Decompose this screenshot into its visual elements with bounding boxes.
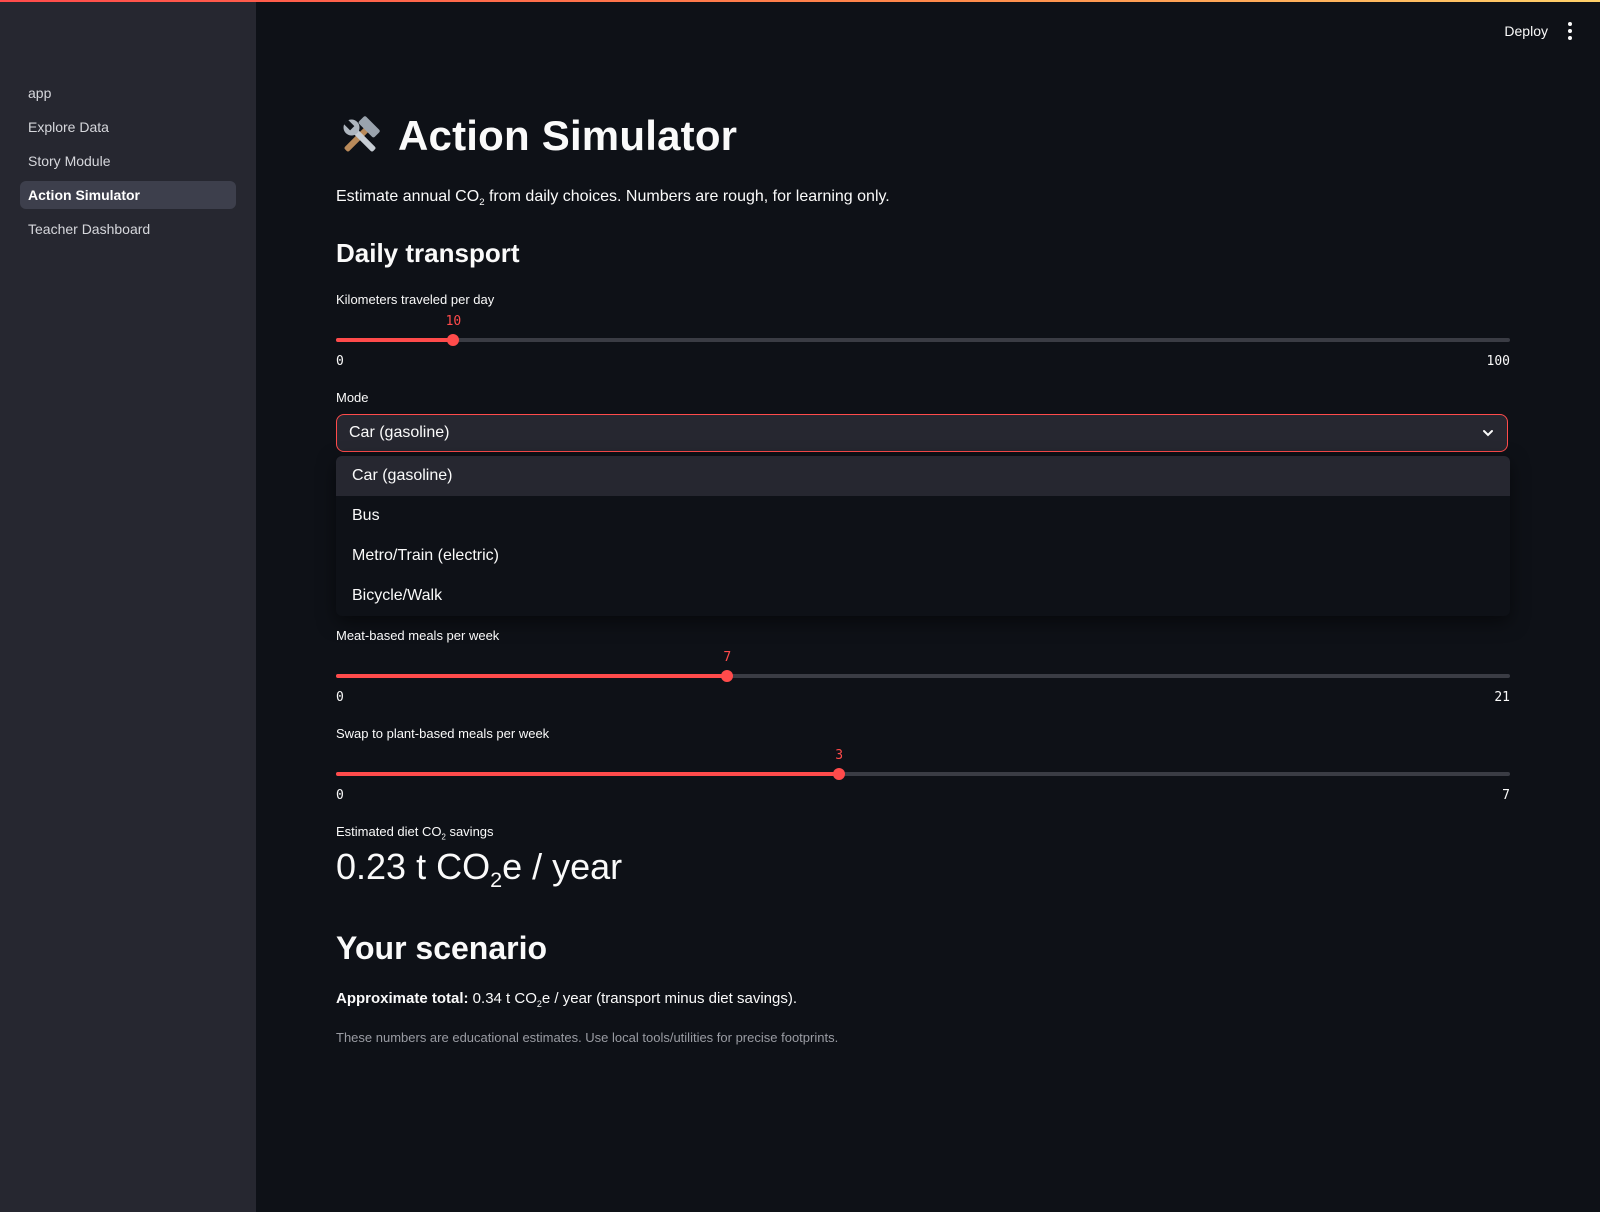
metric-label-text: Estimated diet CO bbox=[336, 824, 442, 839]
slider-thumb[interactable] bbox=[833, 768, 846, 780]
diet-metric-label: Estimated diet CO2 savings bbox=[336, 824, 494, 842]
mode-option-bus[interactable]: Bus bbox=[336, 496, 1510, 536]
slider-value: 10 bbox=[445, 314, 462, 329]
transport-heading: Daily transport bbox=[336, 238, 520, 268]
mode-option-car[interactable]: Car (gasoline) bbox=[336, 456, 1510, 496]
scenario-total: Approximate total: 0.34 t CO2e / year (t… bbox=[336, 990, 797, 1009]
caption-text-rest: from daily choices. Numbers are rough, f… bbox=[484, 188, 890, 205]
hammer-and-wrench-icon bbox=[343, 116, 380, 152]
metric-value-text-rest: e / year bbox=[502, 846, 623, 887]
slider-min: 0 bbox=[336, 690, 344, 705]
slider-thumb[interactable] bbox=[721, 670, 734, 682]
slider-track bbox=[336, 338, 1510, 342]
title-row: Action Simulator bbox=[336, 112, 737, 160]
diet-metric-value: 0.23 t CO2e / year bbox=[336, 846, 622, 893]
sidebar-item-story-module[interactable]: Story Module bbox=[20, 147, 236, 175]
sidebar: app Explore Data Story Module Action Sim… bbox=[0, 0, 256, 1212]
mode-select[interactable]: Car (gasoline) bbox=[336, 414, 1508, 452]
total-text: 0.34 t CO bbox=[468, 990, 537, 1007]
mode-option-metro-train[interactable]: Metro/Train (electric) bbox=[336, 536, 1510, 576]
total-text-rest: e / year (transport minus diet savings). bbox=[541, 990, 798, 1007]
slider-thumb[interactable] bbox=[447, 334, 460, 346]
slider-fill bbox=[336, 772, 840, 776]
deploy-button[interactable]: Deploy bbox=[1504, 23, 1548, 39]
slider-value: 3 bbox=[835, 748, 844, 763]
mode-label: Mode bbox=[336, 390, 369, 405]
slider-max: 100 bbox=[1486, 354, 1510, 369]
mode-dropdown-menu: Car (gasoline) Bus Metro/Train (electric… bbox=[336, 456, 1510, 616]
scenario-heading: Your scenario bbox=[336, 930, 548, 966]
sidebar-item-action-simulator[interactable]: Action Simulator bbox=[20, 181, 236, 209]
total-bold-label: Approximate total: bbox=[336, 990, 469, 1007]
slider-fill bbox=[336, 674, 728, 678]
sidebar-item-teacher-dashboard[interactable]: Teacher Dashboard bbox=[20, 215, 236, 243]
caption-text: Estimate annual CO bbox=[336, 188, 480, 205]
page-caption: Estimate annual CO2 from daily choices. … bbox=[336, 188, 890, 208]
sidebar-nav: app Explore Data Story Module Action Sim… bbox=[20, 79, 236, 249]
mode-option-bicycle-walk[interactable]: Bicycle/Walk bbox=[336, 576, 1510, 616]
slider-min: 0 bbox=[336, 354, 344, 369]
slider-max: 7 bbox=[1502, 788, 1510, 803]
slider-value: 7 bbox=[723, 650, 732, 665]
slider-min: 0 bbox=[336, 788, 344, 803]
disclaimer-note: These numbers are educational estimates.… bbox=[336, 1030, 839, 1045]
plant-swap-slider[interactable]: 3 0 7 bbox=[336, 738, 1510, 803]
page-title: Action Simulator bbox=[398, 112, 738, 159]
meat-meals-slider[interactable]: 7 0 21 bbox=[336, 640, 1510, 705]
header-actions: Deploy bbox=[1504, 18, 1574, 44]
sidebar-item-app[interactable]: app bbox=[20, 79, 236, 107]
more-options-icon[interactable] bbox=[1566, 18, 1574, 44]
chevron-down-icon bbox=[1483, 430, 1493, 437]
sidebar-item-explore-data[interactable]: Explore Data bbox=[20, 113, 236, 141]
top-decoration-bar bbox=[0, 0, 1600, 2]
slider-fill bbox=[336, 338, 454, 342]
mode-select-value: Car (gasoline) bbox=[349, 424, 450, 441]
km-slider[interactable]: 10 0 100 bbox=[336, 304, 1510, 369]
metric-value-text: 0.23 t CO bbox=[336, 846, 491, 887]
slider-max: 21 bbox=[1494, 690, 1510, 705]
metric-value-subscript: 2 bbox=[490, 867, 503, 893]
metric-label-text-rest: savings bbox=[445, 824, 494, 839]
